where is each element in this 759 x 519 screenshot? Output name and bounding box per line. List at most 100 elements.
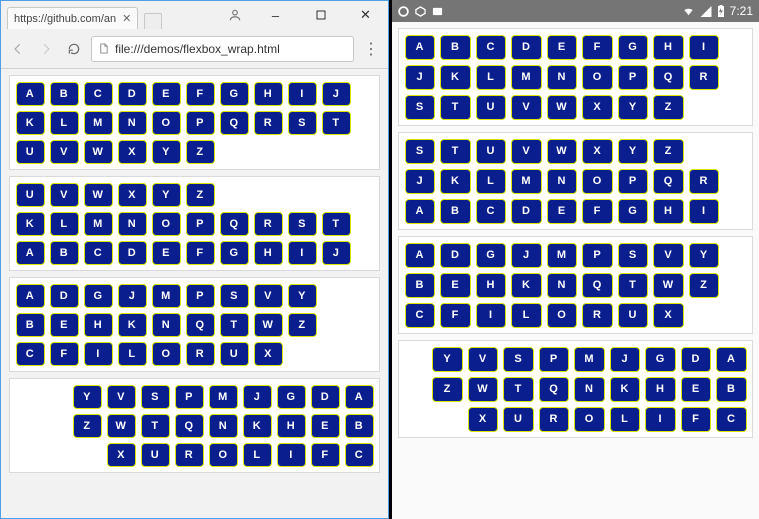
letter-cell: V <box>468 347 499 372</box>
letter-cell: L <box>476 169 507 194</box>
letter-cell: S <box>220 284 249 308</box>
letter-cell: O <box>574 407 605 432</box>
letter-cell: V <box>50 140 79 164</box>
letter-cell: A <box>405 199 436 224</box>
letter-cell: W <box>107 414 136 438</box>
letter-cell: O <box>582 65 613 90</box>
letter-cell: X <box>118 140 147 164</box>
letter-cell: J <box>610 347 641 372</box>
letter-cell: G <box>645 347 676 372</box>
forward-button[interactable] <box>35 38 57 60</box>
letter-cell: F <box>582 199 613 224</box>
letter-cell: C <box>16 342 45 366</box>
letter-cell: Y <box>618 95 649 120</box>
letter-cell: S <box>405 95 436 120</box>
letter-cell: N <box>118 111 147 135</box>
letter-cell: H <box>254 82 283 106</box>
android-page: ABCDEFGHIJKLMNOPQRSTUVWXYZ ABCDEFGHIJKLM… <box>392 22 759 519</box>
letter-cell: W <box>84 183 113 207</box>
letter-cell: W <box>547 139 578 164</box>
browser-menu-button[interactable]: ⋮ <box>360 38 382 60</box>
letter-cell: I <box>84 342 113 366</box>
letter-cell: Z <box>186 183 215 207</box>
signal-icon <box>700 6 712 17</box>
maximize-button[interactable] <box>298 1 343 29</box>
letter-cell: U <box>16 183 45 207</box>
letter-cell: N <box>152 313 181 337</box>
letter-cell: S <box>618 243 649 268</box>
letter-cell: E <box>152 82 181 106</box>
letter-cell: N <box>209 414 238 438</box>
letter-cell: R <box>254 111 283 135</box>
minimize-button[interactable]: – <box>253 1 298 29</box>
letter-cell: R <box>175 443 204 467</box>
flex-panel-wrap: ABCDEFGHIJKLMNOPQRSTUVWXYZ <box>398 28 753 126</box>
letter-cell: Y <box>73 385 102 409</box>
letter-cell: J <box>322 82 351 106</box>
letter-cell: H <box>277 414 306 438</box>
letter-cell: T <box>322 111 351 135</box>
letter-cell: I <box>476 303 507 328</box>
close-window-button[interactable]: ✕ <box>343 1 388 29</box>
letter-cell: D <box>118 241 147 265</box>
profile-icon[interactable] <box>217 1 253 29</box>
letter-cell: R <box>689 169 720 194</box>
panel-row: XUROLIFC <box>13 440 376 469</box>
letter-cell: G <box>618 199 649 224</box>
flex-panel-cols: ADGJMPSVYBEHKNQTWZCFILORUX <box>9 277 380 372</box>
letter-cell: Z <box>653 95 684 120</box>
letter-cell: Y <box>689 243 720 268</box>
letter-cell: G <box>220 82 249 106</box>
status-circle-icon <box>398 6 409 17</box>
letter-cell: C <box>476 35 507 60</box>
letter-cell: C <box>345 443 374 467</box>
letter-cell: R <box>689 65 720 90</box>
flex-panel-wrap-rev: ABCDEFGHIJKLMNOPQRSTUVWXYZ <box>9 176 380 271</box>
letter-cell: B <box>16 313 45 337</box>
letter-cell: Q <box>175 414 204 438</box>
new-tab-button[interactable] <box>144 13 162 29</box>
letter-cell: C <box>405 303 436 328</box>
letter-cell: E <box>547 199 578 224</box>
letter-cell: A <box>405 35 436 60</box>
address-bar[interactable]: file:///demos/flexbox_wrap.html <box>91 36 354 62</box>
letter-cell: N <box>547 273 578 298</box>
android-status-bar: 7:21 <box>392 0 759 22</box>
letter-cell: V <box>653 243 684 268</box>
browser-tab[interactable]: https://github.com/an ✕ <box>7 7 138 29</box>
flex-panel-cols-rev: YVSPMJGDAZWTQNKHEBXUROLIFC <box>9 378 380 473</box>
letter-cell: L <box>476 65 507 90</box>
status-time: 7:21 <box>730 4 753 18</box>
letter-cell: Y <box>288 284 317 308</box>
flex-panel-cols-rev: YVSPMJGDAZWTQNKHEBXUROLIFC <box>398 340 753 438</box>
letter-cell: D <box>50 284 79 308</box>
maximize-icon <box>316 10 326 20</box>
close-tab-icon[interactable]: ✕ <box>122 12 131 25</box>
back-button[interactable] <box>7 38 29 60</box>
letter-cell: F <box>311 443 340 467</box>
battery-icon <box>717 5 725 17</box>
letter-cell: P <box>539 347 570 372</box>
letter-cell: Q <box>653 65 684 90</box>
letter-cell: W <box>84 140 113 164</box>
letter-cell: T <box>141 414 170 438</box>
letter-cell: A <box>345 385 374 409</box>
letter-cell: X <box>118 183 147 207</box>
letter-cell: C <box>476 199 507 224</box>
letter-cell: E <box>681 377 712 402</box>
letter-cell: Q <box>186 313 215 337</box>
letter-cell: W <box>547 95 578 120</box>
letter-cell: I <box>277 443 306 467</box>
letter-cell: T <box>440 95 471 120</box>
letter-cell: Z <box>73 414 102 438</box>
letter-cell: J <box>243 385 272 409</box>
letter-cell: N <box>547 65 578 90</box>
letter-cell: K <box>440 65 471 90</box>
letter-cell: Z <box>689 273 720 298</box>
panel-row: BEHKNQTWZ <box>13 310 376 339</box>
letter-cell: H <box>476 273 507 298</box>
reload-button[interactable] <box>63 38 85 60</box>
wifi-icon <box>682 6 695 17</box>
letter-cell: O <box>209 443 238 467</box>
letter-cell: F <box>50 342 79 366</box>
